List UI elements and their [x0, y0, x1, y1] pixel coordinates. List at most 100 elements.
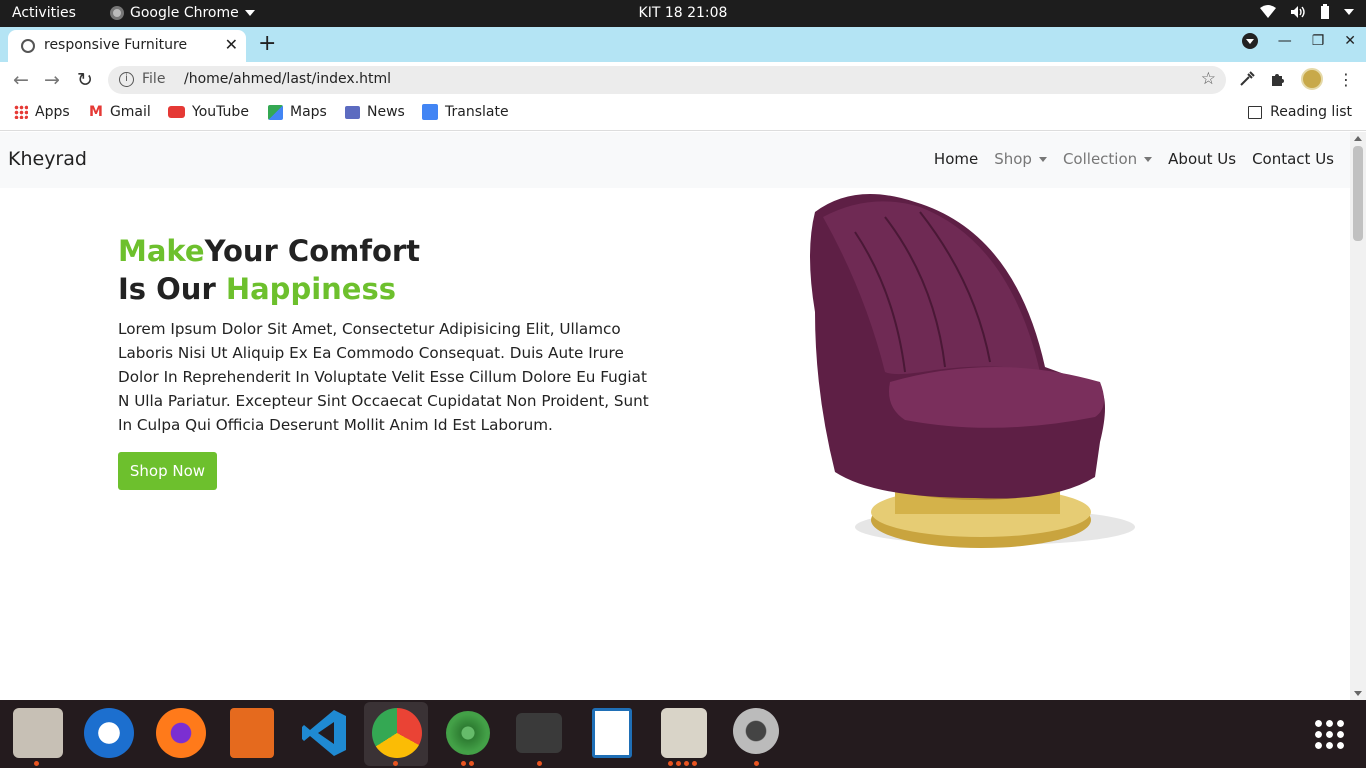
toolbar-extensions: ⋮ [1239, 68, 1354, 90]
forward-arrow-icon[interactable]: → [44, 69, 60, 91]
scroll-up-icon[interactable] [1354, 136, 1362, 141]
news-icon [345, 105, 360, 119]
bookmark-label: Apps [35, 104, 70, 120]
terminal-icon[interactable] [516, 713, 562, 753]
system-top-bar: Activities Google Chrome KIT 18 21:08 [0, 0, 1366, 27]
site-navbar: Kheyrad Home Shop Collection About Us Co… [0, 132, 1350, 188]
chair-image [810, 194, 1135, 548]
address-scheme: File [142, 71, 166, 87]
close-tab-icon[interactable]: ✕ [225, 35, 238, 54]
window-controls: — ❐ ✕ [1241, 33, 1356, 49]
restore-icon[interactable]: ❐ [1312, 33, 1325, 49]
gmail-icon: M [89, 104, 103, 120]
bookmark-maps[interactable]: Maps [268, 104, 327, 120]
site-brand[interactable]: Kheyrad [8, 148, 87, 170]
files-icon[interactable] [13, 708, 63, 758]
shop-now-button[interactable]: Shop Now [118, 452, 217, 490]
thunderbird-icon[interactable] [84, 708, 134, 758]
image-viewer-icon[interactable] [661, 708, 707, 758]
nav-shop-label: Shop [994, 150, 1032, 168]
bookmark-translate[interactable]: Translate [422, 104, 509, 120]
bookmark-gmail[interactable]: M Gmail [89, 104, 151, 120]
running-indicator [692, 761, 697, 766]
vscode-icon[interactable] [300, 708, 348, 758]
running-indicator [676, 761, 681, 766]
bookmark-label: Maps [290, 104, 327, 120]
page-viewport: Kheyrad Home Shop Collection About Us Co… [0, 132, 1366, 700]
nav-collection-dropdown[interactable]: Collection [1062, 150, 1153, 168]
reading-list-icon [1248, 105, 1263, 119]
close-window-icon[interactable]: ✕ [1344, 33, 1356, 49]
bookmark-star-icon[interactable]: ☆ [1201, 69, 1216, 89]
nav-collection-label: Collection [1062, 150, 1138, 168]
running-indicator [537, 761, 542, 766]
tab-strip: responsive Furniture ✕ + — ❐ ✕ [0, 27, 1366, 62]
show-apps-icon[interactable] [1313, 718, 1345, 750]
running-indicator [34, 761, 39, 766]
firefox-icon[interactable] [156, 708, 206, 758]
translate-icon [422, 104, 438, 120]
avatar[interactable] [1301, 68, 1323, 90]
bookmark-apps[interactable]: Apps [14, 104, 70, 120]
running-indicator [461, 761, 466, 766]
bookmark-label: YouTube [192, 104, 249, 120]
app-menu-label: Google Chrome [130, 5, 239, 21]
puzzle-icon[interactable] [1270, 71, 1286, 87]
bookmark-news[interactable]: News [345, 104, 405, 120]
caret-down-icon [1038, 156, 1047, 162]
battery-icon [1321, 4, 1329, 19]
chevron-down-icon [244, 10, 255, 16]
chrome-icon[interactable] [372, 708, 422, 758]
info-icon[interactable]: i [119, 72, 134, 87]
wifi-icon [1260, 5, 1276, 18]
tab-title: responsive Furniture [44, 37, 188, 53]
scroll-down-icon[interactable] [1354, 691, 1362, 696]
hero-title-is-our: Is Our [118, 272, 226, 306]
chrome-small-icon [110, 6, 124, 20]
bookmark-label: Translate [445, 104, 509, 120]
bookmark-youtube[interactable]: YouTube [168, 104, 249, 120]
system-tray[interactable] [1260, 4, 1354, 20]
youtube-icon [168, 106, 185, 118]
nav-home[interactable]: Home [934, 150, 978, 168]
writer-icon[interactable] [592, 708, 632, 758]
running-indicator [393, 761, 398, 766]
atom-icon[interactable] [446, 711, 490, 755]
browser-tab[interactable]: responsive Furniture ✕ [8, 30, 246, 62]
back-arrow-icon[interactable]: ← [13, 69, 29, 91]
eyedropper-icon[interactable] [1239, 71, 1255, 87]
page-scrollbar[interactable] [1350, 132, 1366, 700]
volume-icon [1291, 6, 1305, 18]
running-indicator [684, 761, 689, 766]
browser-toolbar: ← → ↻ i File /home/ahmed/last/index.html… [0, 62, 1366, 98]
clock[interactable]: KIT 18 21:08 [639, 5, 728, 21]
new-tab-button[interactable]: + [258, 31, 276, 56]
reading-list-label: Reading list [1270, 104, 1352, 120]
more-menu-icon[interactable]: ⋮ [1338, 70, 1354, 89]
address-bar[interactable]: i File /home/ahmed/last/index.html ☆ [108, 66, 1226, 94]
scroll-thumb[interactable] [1353, 146, 1363, 241]
site-nav-links: Home Shop Collection About Us Contact Us [934, 150, 1334, 168]
nav-shop-dropdown[interactable]: Shop [994, 150, 1047, 168]
hero-title-happiness: Happiness [225, 272, 396, 306]
reading-list-button[interactable]: Reading list [1248, 104, 1352, 120]
settings-icon[interactable] [733, 708, 779, 754]
hero-description: Lorem Ipsum Dolor Sit Amet, Consectetur … [118, 320, 649, 434]
nav-contact[interactable]: Contact Us [1252, 150, 1334, 168]
globe-icon [21, 39, 35, 53]
impress-icon[interactable] [230, 708, 274, 758]
caret-down-icon [1144, 156, 1153, 162]
tab-search-icon[interactable] [1241, 33, 1258, 49]
reload-icon[interactable]: ↻ [77, 69, 93, 91]
bookmark-label: News [367, 104, 405, 120]
nav-about[interactable]: About Us [1168, 150, 1236, 168]
minimize-icon[interactable]: — [1278, 33, 1292, 49]
system-menu-chevron-icon [1344, 9, 1354, 15]
activities-button[interactable]: Activities [12, 5, 76, 21]
bookmarks-bar: Apps M Gmail YouTube Maps News Translate… [0, 98, 1366, 131]
ubuntu-dock [0, 700, 1366, 768]
apps-grid-icon [14, 105, 28, 119]
address-url[interactable]: /home/ahmed/last/index.html [184, 71, 391, 87]
app-menu[interactable]: Google Chrome [110, 5, 255, 21]
hero-title-comfort: Your Comfort [204, 234, 421, 268]
